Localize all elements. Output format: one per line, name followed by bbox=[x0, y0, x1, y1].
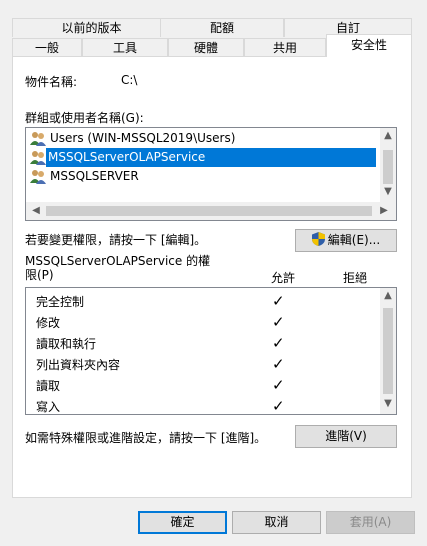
tab-general[interactable]: 一般 bbox=[12, 38, 82, 57]
uac-shield-icon bbox=[311, 232, 325, 246]
permission-row: 修改 bbox=[36, 313, 60, 334]
horizontal-scrollbar[interactable]: ◀ ▶ bbox=[26, 202, 396, 220]
tab-label: 自訂 bbox=[335, 21, 360, 35]
list-item-selected[interactable]: MSSQLServerOLAPService bbox=[28, 148, 376, 167]
checkmark-icon: ✓ bbox=[272, 313, 285, 331]
group-user-list[interactable]: Users (WIN-MSSQL2019\Users) MSSQLServerO… bbox=[25, 127, 397, 221]
permissions-for-line2: 限(P) bbox=[25, 268, 54, 282]
scroll-thumb[interactable] bbox=[46, 206, 372, 216]
scroll-thumb[interactable] bbox=[383, 308, 393, 394]
vertical-scrollbar[interactable]: ▲ ▼ bbox=[380, 128, 396, 202]
tab-tools[interactable]: 工具 bbox=[82, 38, 168, 57]
scroll-left-icon[interactable]: ◀ bbox=[28, 205, 44, 216]
permission-row: 讀取和執行 bbox=[36, 334, 96, 355]
list-item-label: MSSQLSERVER bbox=[50, 169, 139, 183]
permission-name: 列出資料夾內容 bbox=[36, 358, 121, 372]
change-permission-hint: 若要變更權限，請按一下 [編輯]。 bbox=[25, 233, 207, 247]
vertical-scrollbar[interactable]: ▲ ▼ bbox=[380, 288, 396, 414]
list-item-label: MSSQLServerOLAPService bbox=[46, 148, 376, 167]
apply-button-label: 套用(A) bbox=[349, 515, 392, 529]
checkmark-icon: ✓ bbox=[272, 355, 285, 373]
users-group-icon bbox=[30, 132, 46, 146]
deny-column-header: 拒絕 bbox=[343, 271, 368, 285]
advanced-hint: 如需特殊權限或進階設定，請按一下 [進階]。 bbox=[25, 431, 267, 445]
permission-name: 寫入 bbox=[36, 400, 61, 414]
permission-row: 完全控制 bbox=[36, 292, 84, 313]
checkmark-icon: ✓ bbox=[272, 334, 285, 352]
tab-previous-versions[interactable]: 以前的版本 bbox=[12, 18, 171, 37]
tab-label: 以前的版本 bbox=[61, 21, 122, 35]
permissions-list[interactable]: 完全控制 ✓ 修改 ✓ 讀取和執行 ✓ 列出資料夾內容 ✓ 讀取 ✓ 寫入 ✓ … bbox=[25, 287, 397, 415]
checkmark-icon: ✓ bbox=[272, 397, 285, 415]
tab-security[interactable]: 安全性 bbox=[326, 34, 412, 57]
scroll-down-icon[interactable]: ▼ bbox=[380, 398, 396, 409]
permissions-for-label: MSSQLServerOLAPService 的權 限(P) bbox=[25, 254, 210, 282]
edit-button[interactable]: 編輯(E)... bbox=[295, 229, 397, 252]
cancel-button[interactable]: 取消 bbox=[232, 511, 321, 534]
tab-label: 共用 bbox=[272, 41, 297, 55]
tab-label: 一般 bbox=[34, 41, 59, 55]
tab-label: 安全性 bbox=[350, 38, 387, 52]
checkmark-icon: ✓ bbox=[272, 292, 285, 310]
tab-hardware[interactable]: 硬體 bbox=[168, 38, 244, 57]
security-tab-panel: 物件名稱: C:\ 群組或使用者名稱(G): Users (WIN-MSSQL2… bbox=[12, 56, 412, 498]
list-item-label: Users (WIN-MSSQL2019\Users) bbox=[50, 131, 236, 145]
apply-button[interactable]: 套用(A) bbox=[326, 511, 415, 534]
permission-name: 修改 bbox=[36, 316, 61, 330]
edit-button-label: 編輯(E)... bbox=[327, 233, 381, 247]
permission-name: 讀取 bbox=[36, 379, 61, 393]
tab-label: 配額 bbox=[209, 21, 234, 35]
permissions-for-line1: MSSQLServerOLAPService 的權 bbox=[25, 254, 211, 268]
tab-label: 硬體 bbox=[193, 41, 218, 55]
advanced-button-label: 進階(V) bbox=[325, 429, 367, 443]
object-name-label: 物件名稱: bbox=[25, 75, 78, 89]
groups-label: 群組或使用者名稱(G): bbox=[25, 111, 144, 125]
permission-row: 列出資料夾內容 bbox=[36, 355, 120, 376]
ok-button[interactable]: 確定 bbox=[138, 511, 227, 534]
permission-name: 完全控制 bbox=[36, 295, 85, 309]
scroll-thumb[interactable] bbox=[383, 150, 393, 184]
advanced-button[interactable]: 進階(V) bbox=[295, 425, 397, 448]
allow-column-header: 允許 bbox=[271, 271, 296, 285]
tab-quota[interactable]: 配額 bbox=[160, 18, 284, 37]
scroll-up-icon[interactable]: ▲ bbox=[380, 290, 396, 301]
tab-sharing[interactable]: 共用 bbox=[244, 38, 326, 57]
scroll-down-icon[interactable]: ▼ bbox=[380, 186, 396, 197]
scroll-right-icon[interactable]: ▶ bbox=[376, 205, 392, 216]
checkmark-icon: ✓ bbox=[272, 376, 285, 394]
permission-row: 寫入 bbox=[36, 397, 61, 414]
scroll-up-icon[interactable]: ▲ bbox=[380, 130, 396, 141]
cancel-button-label: 取消 bbox=[264, 515, 289, 529]
users-group-icon bbox=[30, 170, 46, 184]
permission-row: 讀取 bbox=[36, 376, 60, 397]
object-name-value: C:\ bbox=[121, 73, 138, 87]
permission-name: 讀取和執行 bbox=[36, 337, 97, 351]
users-group-icon bbox=[30, 151, 46, 165]
tab-label: 工具 bbox=[112, 41, 137, 55]
ok-button-label: 確定 bbox=[170, 515, 195, 529]
